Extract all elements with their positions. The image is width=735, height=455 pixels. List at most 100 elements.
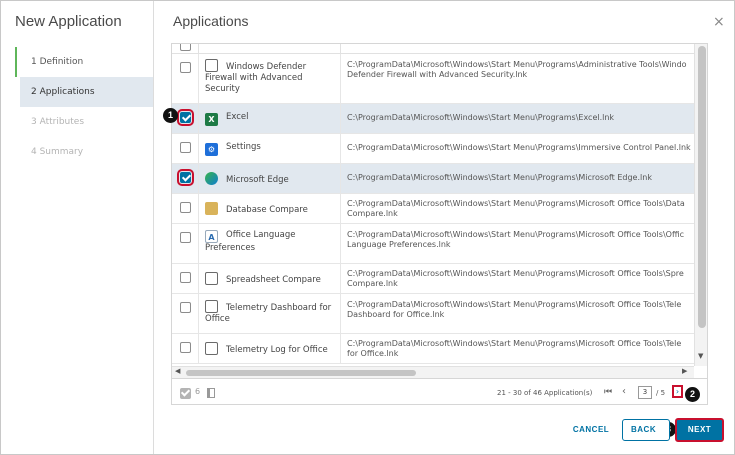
close-icon[interactable]: × bbox=[713, 15, 725, 29]
select-all-checkbox[interactable] bbox=[180, 44, 191, 51]
name-cell: X Excel bbox=[199, 104, 341, 133]
row-checkbox[interactable] bbox=[180, 232, 191, 243]
cancel-button[interactable]: CANCEL bbox=[566, 420, 616, 440]
path-cell: C:\ProgramData\Microsoft\Windows\Start M… bbox=[341, 264, 694, 293]
app-name: Office Language Preferences bbox=[205, 230, 296, 253]
scroll-down-icon[interactable]: ▼ bbox=[698, 352, 703, 360]
wizard-steps: 1 Definition 2 Applications 3 Attributes… bbox=[15, 47, 153, 167]
app-path-line: C:\ProgramData\Microsoft\Windows\Start M… bbox=[347, 230, 685, 239]
first-page-icon[interactable]: ⏮ bbox=[604, 387, 612, 397]
app-path-line: C:\ProgramData\Microsoft\Windows\Start M… bbox=[347, 199, 685, 208]
app-name: Microsoft Edge bbox=[226, 175, 289, 185]
name-cell: Database Compare bbox=[199, 194, 341, 223]
column-divider bbox=[340, 44, 341, 54]
path-cell: C:\ProgramData\Microsoft\Windows\Start M… bbox=[341, 334, 694, 363]
row-checkbox[interactable] bbox=[180, 272, 191, 283]
step-callout-2: 2 bbox=[685, 387, 700, 402]
table-row[interactable]: Database Compare C:\ProgramData\Microsof… bbox=[172, 194, 694, 224]
step-definition[interactable]: 1 Definition bbox=[15, 47, 153, 77]
page-number-input[interactable]: 3 bbox=[638, 386, 652, 399]
table-row[interactable]: Windows Defender Firewall with Advanced … bbox=[172, 54, 694, 104]
database-compare-icon bbox=[205, 202, 218, 215]
app-name: Excel bbox=[226, 112, 249, 122]
previous-page-icon[interactable]: ‹ bbox=[622, 386, 626, 397]
app-name: Telemetry Dashboard for Office bbox=[205, 303, 332, 324]
path-cell: C:\ProgramData\Microsoft\Windows\Start M… bbox=[341, 104, 694, 133]
app-path-line: C:\ProgramData\Microsoft\Windows\Start M… bbox=[347, 300, 682, 309]
row-checkbox[interactable] bbox=[180, 342, 191, 353]
path-cell: C:\ProgramData\Microsoft\Windows\Start M… bbox=[341, 294, 694, 333]
name-cell: A Office Language Preferences bbox=[199, 224, 341, 263]
applications-grid: Windows Defender Firewall with Advanced … bbox=[171, 43, 708, 405]
checkbox-cell bbox=[172, 164, 199, 193]
name-cell: Windows Defender Firewall with Advanced … bbox=[199, 54, 341, 103]
page-total: / 5 bbox=[656, 389, 666, 397]
document-icon bbox=[205, 300, 218, 313]
checkbox-cell bbox=[172, 334, 199, 363]
name-cell: Telemetry Log for Office bbox=[199, 334, 341, 363]
app-name: Database Compare bbox=[226, 205, 308, 215]
table-row[interactable]: Microsoft Edge C:\ProgramData\Microsoft\… bbox=[172, 164, 694, 194]
table-row[interactable]: Telemetry Dashboard for Office C:\Progra… bbox=[172, 294, 694, 334]
row-checkbox[interactable] bbox=[180, 302, 191, 313]
scroll-left-icon[interactable]: ◀ bbox=[175, 367, 180, 375]
app-path-line: C:\ProgramData\Microsoft\Windows\Start M… bbox=[347, 173, 652, 182]
app-path-line: C:\ProgramData\Microsoft\Windows\Start M… bbox=[347, 113, 615, 122]
row-checkbox[interactable] bbox=[180, 202, 191, 213]
spreadsheet-compare-icon bbox=[205, 272, 218, 285]
app-path-line: Defender Firewall with Advanced Security… bbox=[347, 70, 528, 79]
app-name: Telemetry Log for Office bbox=[226, 345, 328, 355]
path-cell: C:\ProgramData\Microsoft\Windows\Start M… bbox=[341, 134, 694, 163]
scroll-right-icon[interactable]: ▶ bbox=[682, 367, 687, 375]
app-name: Windows Defender Firewall with Advanced … bbox=[205, 62, 307, 94]
name-cell: Spreadsheet Compare bbox=[199, 264, 341, 293]
name-cell: Telemetry Dashboard for Office bbox=[199, 294, 341, 333]
grid-footer: 6 21 - 30 of 46 Application(s) ⏮ ‹ 3 / 5… bbox=[172, 378, 707, 404]
grid-header bbox=[172, 44, 694, 54]
row-checkbox[interactable] bbox=[180, 142, 191, 153]
app-path-line: C:\ProgramData\Microsoft\Windows\Start M… bbox=[347, 269, 684, 278]
column-toggle-icon[interactable] bbox=[207, 388, 215, 398]
row-checkbox[interactable] bbox=[177, 169, 194, 186]
app-path-line: C:\ProgramData\Microsoft\Windows\Start M… bbox=[347, 60, 687, 69]
name-cell: ⚙ Settings bbox=[199, 134, 341, 163]
app-path-line: Language Preferences.lnk bbox=[347, 240, 451, 249]
table-row[interactable]: ⚙ Settings C:\ProgramData\Microsoft\Windo… bbox=[172, 134, 694, 164]
path-cell: C:\ProgramData\Microsoft\Windows\Start M… bbox=[341, 194, 694, 223]
step-applications[interactable]: 2 Applications bbox=[20, 77, 153, 107]
checkbox-cell bbox=[172, 224, 199, 263]
row-checkbox[interactable] bbox=[180, 62, 191, 73]
window-icon bbox=[205, 59, 218, 72]
wizard-title: New Application bbox=[15, 13, 122, 30]
app-name: Settings bbox=[226, 142, 261, 152]
row-checkbox[interactable] bbox=[177, 109, 194, 126]
step-attributes: 3 Attributes bbox=[31, 117, 85, 127]
horizontal-scrollbar[interactable]: ◀ ▶ bbox=[172, 366, 694, 378]
step-callout-1: 1 bbox=[163, 108, 178, 123]
next-button[interactable]: NEXT bbox=[675, 418, 724, 442]
table-row[interactable]: Spreadsheet Compare C:\ProgramData\Micro… bbox=[172, 264, 694, 294]
excel-icon: X bbox=[205, 113, 218, 126]
app-name: Spreadsheet Compare bbox=[226, 275, 321, 285]
scrollbar-thumb[interactable] bbox=[698, 46, 706, 328]
settings-icon: ⚙ bbox=[205, 143, 218, 156]
app-path-line: Compare.lnk bbox=[347, 209, 398, 218]
back-button[interactable]: BACK bbox=[622, 419, 670, 441]
selection-checkbox bbox=[180, 388, 191, 399]
pagination-range: 21 - 30 of 46 Application(s) bbox=[497, 389, 593, 397]
scrollbar-thumb[interactable] bbox=[186, 370, 416, 376]
app-path-line: C:\ProgramData\Microsoft\Windows\Start M… bbox=[347, 339, 682, 348]
table-row[interactable]: Telemetry Log for Office C:\ProgramData\… bbox=[172, 334, 694, 364]
checkbox-cell bbox=[172, 194, 199, 223]
vertical-scrollbar[interactable]: ▼ bbox=[694, 44, 707, 366]
language-icon: A bbox=[205, 230, 218, 243]
path-cell: C:\ProgramData\Microsoft\Windows\Start M… bbox=[341, 224, 694, 263]
selected-count: 6 bbox=[195, 387, 201, 396]
path-cell: C:\ProgramData\Microsoft\Windows\Start M… bbox=[341, 54, 694, 103]
column-divider bbox=[198, 44, 199, 54]
checkbox-cell bbox=[172, 54, 199, 103]
table-row[interactable]: A Office Language Preferences C:\ProgramD… bbox=[172, 224, 694, 264]
table-row[interactable]: X Excel C:\ProgramData\Microsoft\Windows\… bbox=[172, 104, 694, 134]
page-title: Applications bbox=[173, 13, 249, 29]
next-page-button[interactable]: › bbox=[672, 385, 683, 398]
